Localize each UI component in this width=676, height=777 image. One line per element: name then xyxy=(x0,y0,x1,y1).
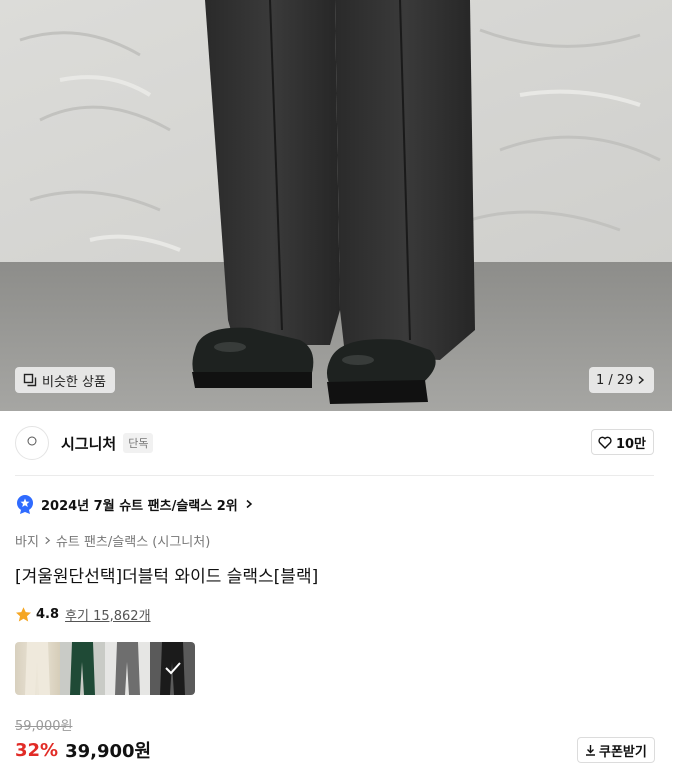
product-image[interactable]: 비슷한 상품 1 / 29 xyxy=(0,0,672,411)
sale-price: 39,900원 xyxy=(65,741,152,762)
breadcrumb: 바지 슈트 팬츠/슬랙스 (시그니처) xyxy=(15,530,210,550)
star-icon xyxy=(16,606,31,621)
price-row: 32% 39,900원 xyxy=(15,737,151,763)
like-button[interactable]: 10만 xyxy=(590,429,654,455)
exclusive-badge: 단독 xyxy=(123,433,154,453)
coupon-label: 쿠폰받기 xyxy=(599,744,647,760)
copy-icon xyxy=(23,373,37,387)
brand-logo-mark xyxy=(27,436,37,446)
brand-logo[interactable] xyxy=(15,426,49,460)
review-count-link[interactable]: 후기 15,862개 xyxy=(65,605,151,624)
color-swatch-beige[interactable] xyxy=(15,642,60,695)
original-price: 59,000원 xyxy=(15,719,73,734)
ranking-link[interactable]: 2024년 7월 슈트 팬츠/슬랙스 2위 xyxy=(15,492,254,516)
chevron-right-icon xyxy=(246,499,252,509)
color-swatch-green[interactable] xyxy=(60,642,105,695)
ranking-text: 2024년 7월 슈트 팬츠/슬랙스 2위 xyxy=(41,498,238,514)
similar-products-label: 비슷한 상품 xyxy=(42,374,106,390)
swatch-pants-shape xyxy=(25,642,50,695)
discount-rate: 32% xyxy=(15,739,59,761)
rank-badge-icon xyxy=(17,495,33,514)
heart-icon xyxy=(598,436,612,449)
swatch-pants-shape xyxy=(115,642,140,695)
color-swatch-gray[interactable] xyxy=(105,642,150,695)
product-title: [겨울원단선택]더블턱 와이드 슬랙스[블랙] xyxy=(15,567,319,587)
pager-label: 1 / 29 xyxy=(596,372,634,388)
image-pager[interactable]: 1 / 29 xyxy=(589,367,655,393)
swatch-pants-shape xyxy=(70,642,95,695)
divider xyxy=(15,475,654,476)
breadcrumb-item-category[interactable]: 바지 xyxy=(15,531,39,550)
brand-name[interactable]: 시그니처 xyxy=(61,433,116,454)
brand-row: 시그니처 단독 10만 xyxy=(15,424,654,462)
color-swatches xyxy=(15,642,195,695)
coupon-button[interactable]: 쿠폰받기 xyxy=(577,737,655,763)
rating-row[interactable]: 4.8 후기 15,862개 xyxy=(15,603,151,625)
chevron-right-icon xyxy=(45,536,51,544)
download-icon xyxy=(586,745,595,756)
like-count: 10만 xyxy=(615,436,646,452)
breadcrumb-item-subcategory[interactable]: 슈트 팬츠/슬랙스 (시그니처) xyxy=(56,531,210,550)
rating-score: 4.8 xyxy=(36,606,60,622)
similar-products-button[interactable]: 비슷한 상품 xyxy=(15,367,115,393)
chevron-right-icon xyxy=(639,375,645,385)
color-swatch-black[interactable] xyxy=(150,642,195,695)
product-photo xyxy=(0,0,672,411)
check-icon xyxy=(165,662,181,675)
